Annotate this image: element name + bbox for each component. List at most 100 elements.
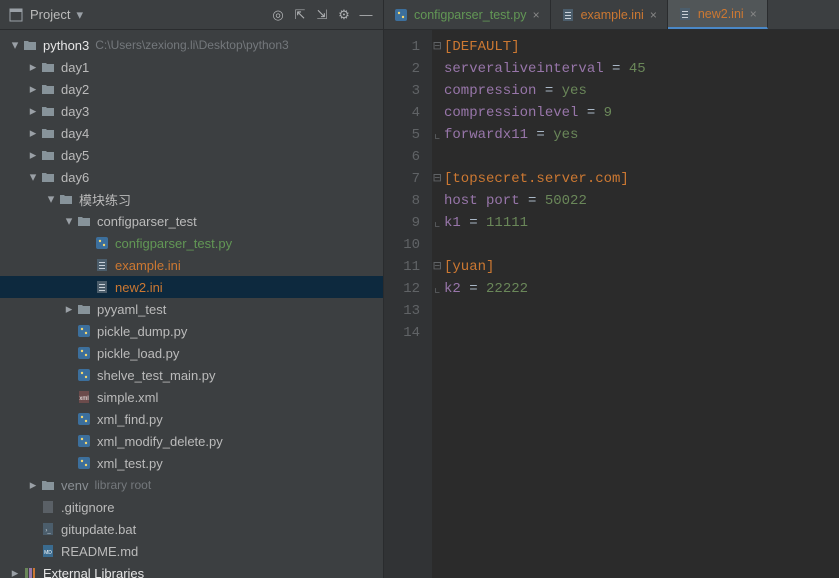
bat-icon: ›_ (40, 521, 56, 537)
close-icon[interactable]: × (750, 7, 757, 21)
minimize-icon[interactable]: — (355, 4, 377, 26)
project-sidebar: Project ▾ ◎⇱⇲⚙— ▾python3C:\Users\zexiong… (0, 0, 384, 578)
line-number[interactable]: 5 (384, 124, 420, 146)
code-line[interactable]: ⌞k2 = 22222 (444, 278, 839, 300)
line-number[interactable]: 3 (384, 80, 420, 102)
code-line[interactable]: compressionlevel = 9 (444, 102, 839, 124)
line-number[interactable]: 12 (384, 278, 420, 300)
fold-open-icon[interactable]: ⊟ (433, 168, 442, 190)
code-line[interactable]: serveraliveinterval = 45 (444, 58, 839, 80)
expand-icon[interactable]: ⇲ (311, 4, 333, 26)
chevron-right-icon[interactable]: ▸ (26, 478, 40, 492)
collapse-icon[interactable]: ⇱ (289, 4, 311, 26)
code-line[interactable]: ⊟[DEFAULT] (444, 36, 839, 58)
tree-item-pickle_load.py[interactable]: pickle_load.py (0, 342, 383, 364)
code-token: host port (444, 193, 520, 209)
code-line[interactable] (444, 300, 839, 322)
code-line[interactable]: host port = 50022 (444, 190, 839, 212)
tree-item-simple.xml[interactable]: xml simple.xml (0, 386, 383, 408)
tree-item-example.ini[interactable]: example.ini (0, 254, 383, 276)
tree-item-day5[interactable]: ▸day5 (0, 144, 383, 166)
tree-item-label: configparser_test (97, 214, 197, 229)
lib-icon (22, 565, 38, 578)
chevron-down-icon[interactable]: ▾ (26, 170, 40, 184)
code-line[interactable]: ⊟[yuan] (444, 256, 839, 278)
code-line[interactable] (444, 146, 839, 168)
svg-text:xml: xml (79, 396, 88, 402)
code-line[interactable]: ⌞forwardx11 = yes (444, 124, 839, 146)
gear-icon[interactable]: ⚙ (333, 4, 355, 26)
fold-close-icon[interactable]: ⌞ (433, 212, 442, 234)
line-number[interactable]: 8 (384, 190, 420, 212)
line-number[interactable]: 6 (384, 146, 420, 168)
tree-item-day4[interactable]: ▸day4 (0, 122, 383, 144)
chevron-down-icon[interactable]: ▾ (62, 214, 76, 228)
chevron-right-icon[interactable]: ▸ (26, 60, 40, 74)
chevron-down-icon[interactable]: ▾ (44, 192, 58, 206)
line-gutter[interactable]: 1234567891011121314 (384, 30, 432, 578)
tree-item-pyyaml_test[interactable]: ▸pyyaml_test (0, 298, 383, 320)
tree-item-configparser_test[interactable]: ▾ configparser_test (0, 210, 383, 232)
tree-item-day3[interactable]: ▸day3 (0, 100, 383, 122)
tab-example.ini[interactable]: example.ini× (551, 0, 668, 29)
code-line[interactable]: ⌞k1 = 11111 (444, 212, 839, 234)
tree-item-python3[interactable]: ▾python3C:\Users\zexiong.li\Desktop\pyth… (0, 34, 383, 56)
project-title-group[interactable]: Project ▾ (8, 7, 83, 23)
tree-item-.gitignore[interactable]: .gitignore (0, 496, 383, 518)
code-line[interactable]: ⊟[topsecret.server.com] (444, 168, 839, 190)
chevron-right-icon[interactable]: ▸ (26, 148, 40, 162)
code-token: 9 (604, 105, 612, 121)
tree-item-venv[interactable]: ▸venvlibrary root (0, 474, 383, 496)
line-number[interactable]: 11 (384, 256, 420, 278)
tree-item-xml_test.py[interactable]: xml_test.py (0, 452, 383, 474)
line-number[interactable]: 13 (384, 300, 420, 322)
fold-open-icon[interactable]: ⊟ (433, 36, 442, 58)
tree-item-day2[interactable]: ▸day2 (0, 78, 383, 100)
tab-configparser_test.py[interactable]: configparser_test.py× (384, 0, 551, 29)
line-number[interactable]: 2 (384, 58, 420, 80)
tree-item--[interactable]: ▾模块练习 (0, 188, 383, 210)
tree-item-shelve_test_main.py[interactable]: shelve_test_main.py (0, 364, 383, 386)
tree-item-pickle_dump.py[interactable]: pickle_dump.py (0, 320, 383, 342)
fold-close-icon[interactable]: ⌞ (433, 124, 442, 146)
tree-item-label: venv (61, 478, 88, 493)
line-number[interactable]: 9 (384, 212, 420, 234)
tree-item-new2.ini[interactable]: new2.ini (0, 276, 383, 298)
code-content[interactable]: ⊟[DEFAULT]serveraliveinterval = 45compre… (432, 30, 839, 578)
line-number[interactable]: 7 (384, 168, 420, 190)
tree-item-gitupdate.bat[interactable]: ›_gitupdate.bat (0, 518, 383, 540)
fold-open-icon[interactable]: ⊟ (433, 256, 442, 278)
tree-item-xml_modify_delete.py[interactable]: xml_modify_delete.py (0, 430, 383, 452)
tab-new2.ini[interactable]: new2.ini× (668, 0, 768, 29)
code-line[interactable]: compression = yes (444, 80, 839, 102)
tree-item-label: simple.xml (97, 390, 158, 405)
no-arrow (26, 544, 40, 558)
chevron-right-icon[interactable]: ▸ (62, 302, 76, 316)
chevron-right-icon[interactable]: ▸ (26, 126, 40, 140)
close-icon[interactable]: × (650, 8, 657, 22)
ini-icon (94, 279, 110, 295)
tree-item-day1[interactable]: ▸day1 (0, 56, 383, 78)
code-line[interactable] (444, 234, 839, 256)
tree-item-configparser_test.py[interactable]: configparser_test.py (0, 232, 383, 254)
close-icon[interactable]: × (533, 8, 540, 22)
chevron-right-icon[interactable]: ▸ (26, 82, 40, 96)
line-number[interactable]: 14 (384, 322, 420, 344)
chevron-right-icon[interactable]: ▸ (8, 566, 22, 578)
fold-close-icon[interactable]: ⌞ (433, 278, 442, 300)
target-icon[interactable]: ◎ (267, 4, 289, 26)
project-tree[interactable]: ▾python3C:\Users\zexiong.li\Desktop\pyth… (0, 30, 383, 578)
line-number[interactable]: 4 (384, 102, 420, 124)
tree-item-label: README.md (61, 544, 138, 559)
code-line[interactable] (444, 322, 839, 344)
line-number[interactable]: 1 (384, 36, 420, 58)
tree-item-xml_find.py[interactable]: xml_find.py (0, 408, 383, 430)
tree-item-day6[interactable]: ▾day6 (0, 166, 383, 188)
chevron-down-icon[interactable]: ▾ (8, 38, 22, 52)
tree-item-README.md[interactable]: MDREADME.md (0, 540, 383, 562)
no-arrow (26, 500, 40, 514)
chevron-right-icon[interactable]: ▸ (26, 104, 40, 118)
tree-item-External-Libraries[interactable]: ▸External Libraries (0, 562, 383, 578)
line-number[interactable]: 10 (384, 234, 420, 256)
folder-icon (40, 125, 56, 141)
